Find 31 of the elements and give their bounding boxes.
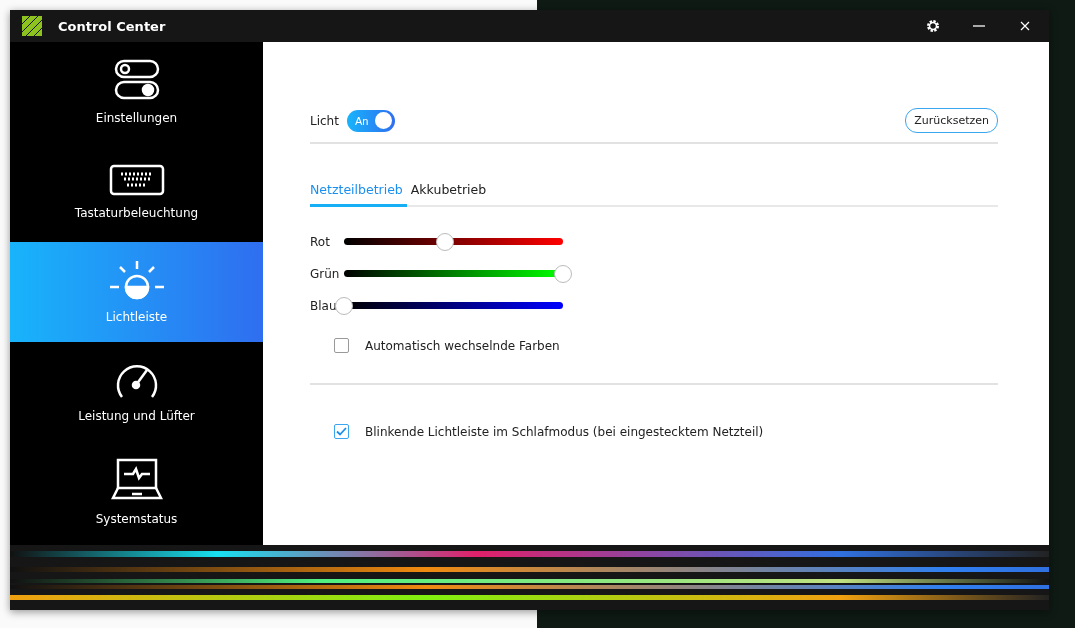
- sidebar-item[interactable]: Einstellungen: [10, 42, 263, 142]
- sidebar-item[interactable]: Tastaturbeleuchtung: [10, 142, 263, 242]
- sidebar-label: Leistung und Lüfter: [78, 409, 195, 423]
- settings-icon: [926, 19, 940, 33]
- close-icon: [1020, 21, 1030, 31]
- sidebar-label: Tastaturbeleuchtung: [74, 206, 199, 220]
- logo-icon: [22, 16, 42, 36]
- slider-thumb[interactable]: [435, 232, 454, 251]
- slider-label: Rot: [310, 234, 331, 249]
- sidebar-label: Lichtleiste: [105, 310, 168, 324]
- light-icon: [108, 260, 165, 300]
- checkbox[interactable]: [334, 338, 349, 353]
- reset-button[interactable]: Zurücksetzen: [905, 108, 998, 133]
- laptop-icon: [110, 458, 163, 502]
- window-title: Control Center: [58, 18, 167, 34]
- toggles-icon: [113, 59, 160, 101]
- checkbox-label: Blinkende Lichtleiste im Schlafmodus (bei eingestecktem Netzteil): [365, 424, 764, 439]
- slider-thumb[interactable]: [335, 296, 353, 315]
- sidebar-label: Einstellungen: [95, 111, 178, 125]
- slider-label: Grün: [310, 266, 341, 281]
- keyboard-icon: [108, 164, 165, 196]
- sidebar-item[interactable]: Systemstatus: [10, 442, 263, 542]
- minimize-icon: [973, 25, 985, 27]
- sidebar-label: Systemstatus: [95, 512, 178, 526]
- tab[interactable]: Akkubetrieb: [410, 178, 491, 207]
- sidebar-item[interactable]: Leistung und Lüfter: [10, 342, 263, 442]
- light-label: Licht: [310, 113, 339, 128]
- checkbox-label: Automatisch wechselnde Farben: [365, 338, 560, 353]
- slider-label: Blau: [310, 298, 338, 313]
- checkbox[interactable]: [334, 424, 349, 439]
- slider-thumb[interactable]: [554, 264, 572, 283]
